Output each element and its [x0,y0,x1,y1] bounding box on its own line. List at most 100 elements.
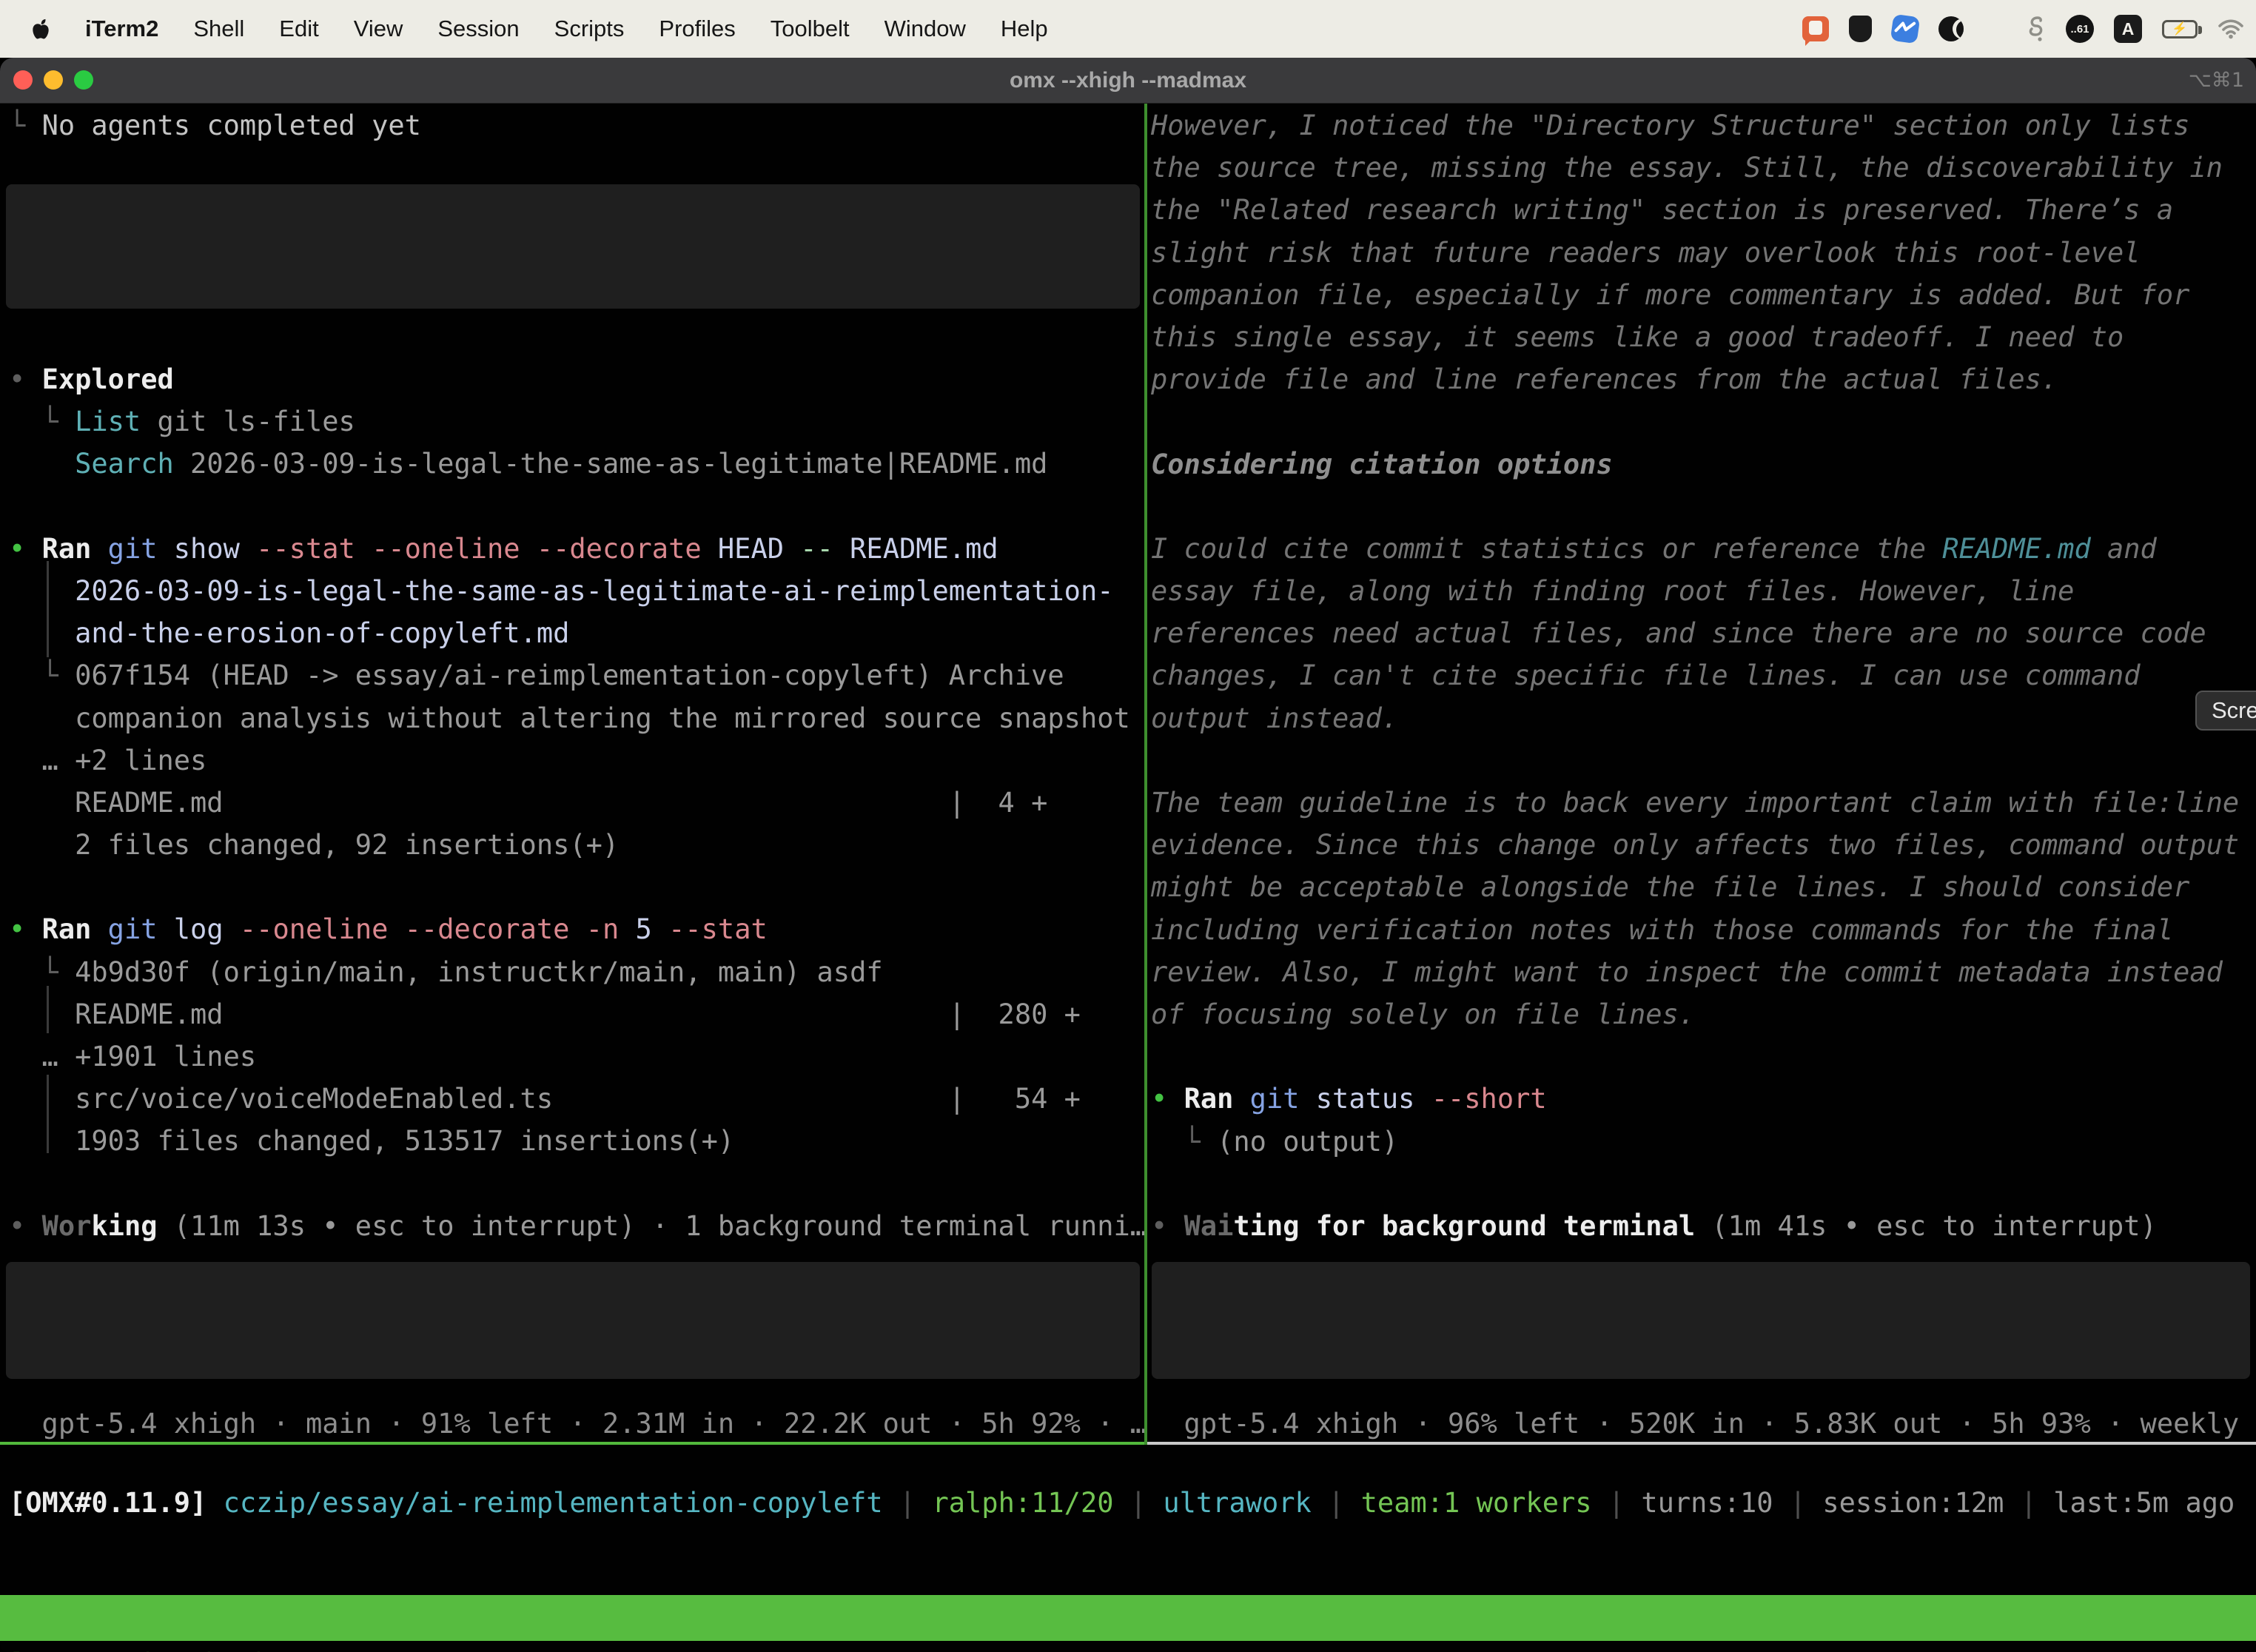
menu-item-scripts[interactable]: Scripts [554,16,625,42]
pulse-icon[interactable] [1890,14,1921,44]
menu-item-edit[interactable]: Edit [279,16,318,42]
right-prompt-input[interactable]: › Improve documentation in @filename [1152,1262,2250,1379]
text-segment [9,575,75,607]
omx-status-segment: last:5m ago [2053,1487,2235,1519]
terminal-line: 1903 files changed, 513517 insertions(+) [9,1120,1147,1162]
terminal-line: • Ran git status --short [1151,1078,2239,1120]
terminal-line [9,866,1147,908]
terminal-line: └ List git ls-files [9,400,1147,443]
menu-app-name[interactable]: iTerm2 [85,16,158,42]
left-pane-scrollback[interactable]: • Explored └ List git ls-files Search 20… [9,358,1147,1247]
left-prompt-input[interactable]: › Improve documentation in @filename [6,1262,1140,1379]
text-segment: Search [75,448,174,480]
battery-icon[interactable]: ⚡ [2162,20,2198,38]
terminal-line: essay file, along with finding root file… [1151,570,2239,612]
menu-status-icons: ..61 A ⚡ [1802,0,2244,58]
terminal-line: However, I noticed the "Directory Struct… [1151,104,2239,147]
text-segment [9,702,75,734]
terminal-line: └ 4b9d30f (origin/main, instructkr/main,… [9,951,1147,993]
text-segment: (no output) [1217,1126,1398,1158]
right-pane-scrollback[interactable]: However, I noticed the "Directory Struct… [1151,104,2239,1247]
terminal-line: companion analysis without altering the … [9,697,1147,739]
menu-item-help[interactable]: Help [1001,16,1048,42]
text-segment: provide file and line references from th… [1151,363,2058,395]
text-segment: and-the-erosion-of-copyleft.md [75,617,569,649]
text-segment: • [9,363,42,395]
text-segment [91,533,107,565]
text-segment: Considering citation options [1151,449,1613,480]
text-segment: └ [9,110,42,141]
text-segment: └ [9,659,75,691]
text-segment: -n [586,913,620,945]
menu-item-view[interactable]: View [354,16,403,42]
terminal-line: … +2 lines [9,739,1147,782]
text-segment: The team guideline is to back every impo… [1151,787,2239,819]
menu-item-session[interactable]: Session [437,16,519,42]
text-segment: of focusing solely on file lines. [1151,998,1695,1030]
omx-status-segment: session:12m [1822,1487,2004,1519]
window-title: omx --xhigh --madmax [0,58,2256,104]
tmux-session-label: [omx-cczip0:bash* [7,1641,288,1652]
input-source-icon[interactable]: A [2114,15,2142,43]
text-segment: companion file, especially if more comme… [1151,279,2189,311]
text-segment: companion analysis without altering the … [75,702,1130,734]
text-segment: --decorate [405,913,570,945]
terminal-line: this single essay, it seems like a good … [1151,316,2239,358]
keypad-shield-icon[interactable] [1849,16,1872,42]
text-segment: • [1151,1083,1184,1115]
text-segment: might be acceptable alongside the file l… [1151,871,2189,903]
dots-grid-icon[interactable] [1984,18,2007,41]
apple-menu-icon[interactable] [31,17,50,41]
wifi-icon[interactable] [2218,19,2244,39]
omx-status-segment: | [1312,1487,1361,1519]
menu-item-window[interactable]: Window [884,16,966,42]
crescent-icon[interactable] [1938,16,1964,41]
menu-item-profiles[interactable]: Profiles [659,16,735,42]
text-segment: king [91,1210,157,1242]
terminal-line: I could cite commit statistics or refere… [1151,528,2239,570]
text-segment: README.md [850,533,998,565]
text-segment: └ [9,406,75,437]
pane-divider[interactable] [1144,104,1147,1445]
terminal-line: └ (no output) [1151,1121,2239,1163]
menu-item-toolbelt[interactable]: Toolbelt [771,16,850,42]
text-segment: and [2091,533,2157,565]
terminal-line: Considering citation options [1151,443,2239,486]
text-segment: 067f154 (HEAD -> essay/ai-reimplementati… [75,659,1064,691]
terminal-line: The team guideline is to back every impo… [1151,782,2239,824]
omx-status-segment: ralph:11/20 [932,1487,1113,1519]
text-segment: including verification notes with those … [1151,914,2173,946]
text-segment: However, I noticed the "Directory Struct… [1151,110,2189,141]
left-pane-scrollback-top[interactable]: └ No agents completed yet [9,104,421,147]
text-segment [520,533,537,565]
terminal-line [1151,739,2239,782]
text-segment: --short [1431,1083,1547,1115]
text-segment: └ [1151,1126,1217,1158]
text-segment: (1m 41s • esc to interrupt) [1695,1210,2157,1242]
text-segment: Explored [42,363,174,395]
gauge-icon[interactable]: ..61 [2066,15,2094,43]
right-pane-border [1147,1442,2256,1445]
text-segment: 2026-03-09-is-legal-the-same-as-legitima… [174,448,1048,480]
terminal-line [1151,400,2239,443]
text-segment: • [9,1210,42,1242]
text-segment: Wor [42,1210,92,1242]
ralph-inject-line: › Ralph loop active continue [OMX_TMUX_I… [9,226,1137,268]
menu-item-shell[interactable]: Shell [193,16,244,42]
text-segment: 2 files changed, 92 insertions(+) [9,829,619,861]
terminal-line: • Working (11m 13s • esc to interrupt) ·… [9,1205,1147,1247]
omx-status-segment: team:1 workers [1361,1487,1592,1519]
terminal-line [9,486,1147,528]
text-segment: README.md | 4 + [9,787,1047,819]
text-segment: HEAD [718,533,784,565]
text-segment: changes, I can't cite specific file line… [1151,659,2141,691]
text-segment [833,533,850,565]
omx-status-segment: | [1773,1487,1823,1519]
terminal-line [1151,486,2239,528]
window-title-bar[interactable]: omx --xhigh --madmax ⌥⌘1 [0,58,2256,104]
squiggle-icon[interactable] [2027,15,2046,43]
chat-bubble-icon[interactable] [1802,16,1829,41]
text-segment: README.md [1942,533,2090,565]
omx-status-segment: | [2004,1487,2053,1519]
text-segment: └ [9,956,75,988]
